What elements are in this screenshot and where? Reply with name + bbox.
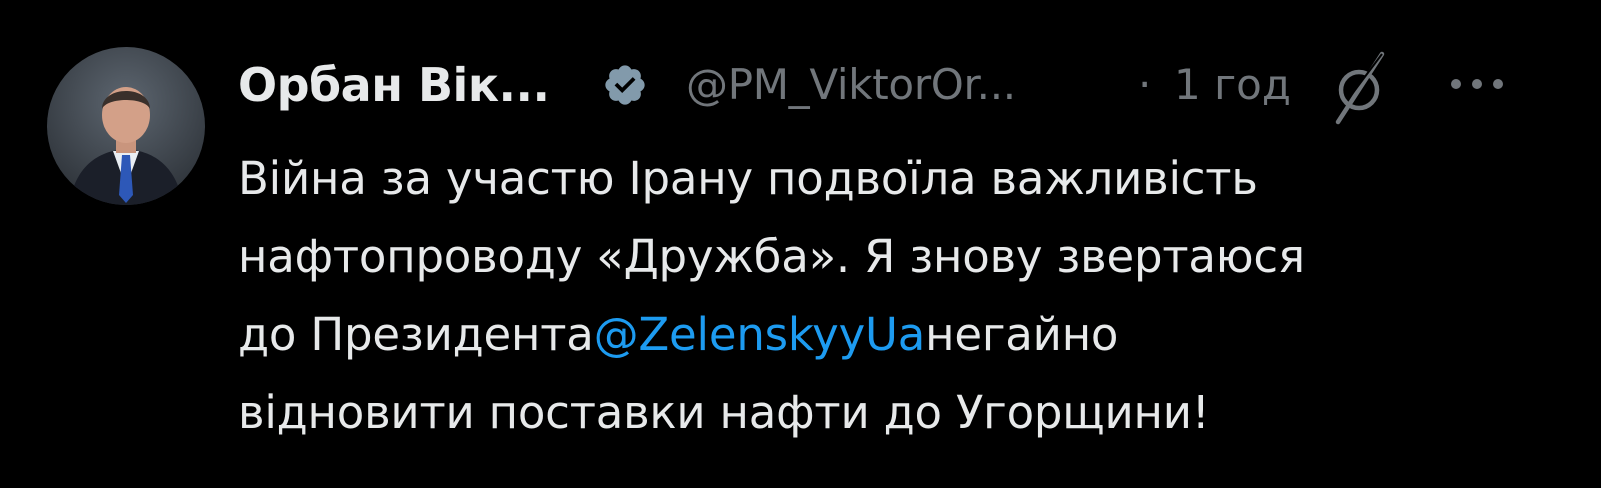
author-display-name[interactable]: Орбан Вік... <box>238 58 550 112</box>
tweet-text-segment: негайно <box>925 308 1119 361</box>
separator-dot: · <box>1138 60 1152 109</box>
grok-icon[interactable] <box>1330 50 1388 126</box>
author-handle[interactable]: @PM_ViktorOr... <box>686 60 1016 109</box>
tweet-text-line: нафтопроводу «Дружба». Я знову звертаюся <box>238 230 1305 283</box>
profile-photo-icon <box>47 47 205 205</box>
more-options-icon[interactable] <box>1448 74 1506 94</box>
tweet-header: Орбан Вік... @PM_ViktorOr... · 1 год <box>238 51 1568 125</box>
mention-link[interactable]: @ZelenskyyUa <box>594 308 926 361</box>
tweet-text-segment: до Президента <box>238 308 594 361</box>
tweet-text-line: Війна за участю Ірану подвоїла важливіст… <box>238 152 1258 205</box>
tweet-text-line: до Президента@ZelenskyyUaнегайно <box>238 296 1558 374</box>
tweet-text: Війна за участю Ірану подвоїла важливіст… <box>238 140 1558 452</box>
tweet[interactable]: Орбан Вік... @PM_ViktorOr... · 1 год Вій… <box>0 0 1601 488</box>
verified-badge-icon <box>605 65 645 105</box>
avatar[interactable] <box>47 47 205 205</box>
tweet-text-line: відновити поставки нафти до Угорщини! <box>238 386 1210 439</box>
timestamp[interactable]: 1 год <box>1174 60 1291 109</box>
